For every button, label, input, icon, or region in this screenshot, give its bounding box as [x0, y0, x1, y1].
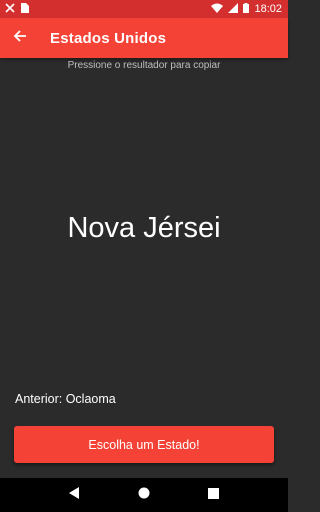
page-title: Estados Unidos	[50, 29, 167, 47]
previous-result: Anterior: Oclaoma	[15, 392, 116, 406]
navigation-bar	[0, 478, 288, 512]
app-bar: Estados Unidos	[0, 18, 288, 58]
tools-icon	[5, 2, 15, 16]
recents-square-icon	[207, 486, 219, 504]
nav-home-button[interactable]	[129, 480, 159, 510]
nav-back-button[interactable]	[60, 480, 90, 510]
choose-state-button[interactable]: Escolha um Estado!	[14, 426, 274, 463]
status-left	[5, 2, 29, 16]
result-text[interactable]: Nova Jérsei	[0, 212, 288, 245]
back-triangle-icon	[69, 486, 80, 504]
copy-hint: Pressione o resultador para copiar	[67, 60, 221, 71]
back-button[interactable]	[0, 18, 40, 58]
nav-recents-button[interactable]	[198, 480, 228, 510]
home-circle-icon	[138, 486, 150, 504]
status-time: 18:02	[254, 3, 282, 15]
status-bar: 18:02	[0, 0, 288, 18]
sim-card-icon	[21, 2, 29, 16]
arrow-back-icon	[13, 29, 27, 48]
status-right: 18:02	[211, 2, 282, 16]
signal-icon	[228, 2, 239, 16]
battery-icon	[243, 2, 250, 16]
wifi-icon	[211, 3, 224, 16]
